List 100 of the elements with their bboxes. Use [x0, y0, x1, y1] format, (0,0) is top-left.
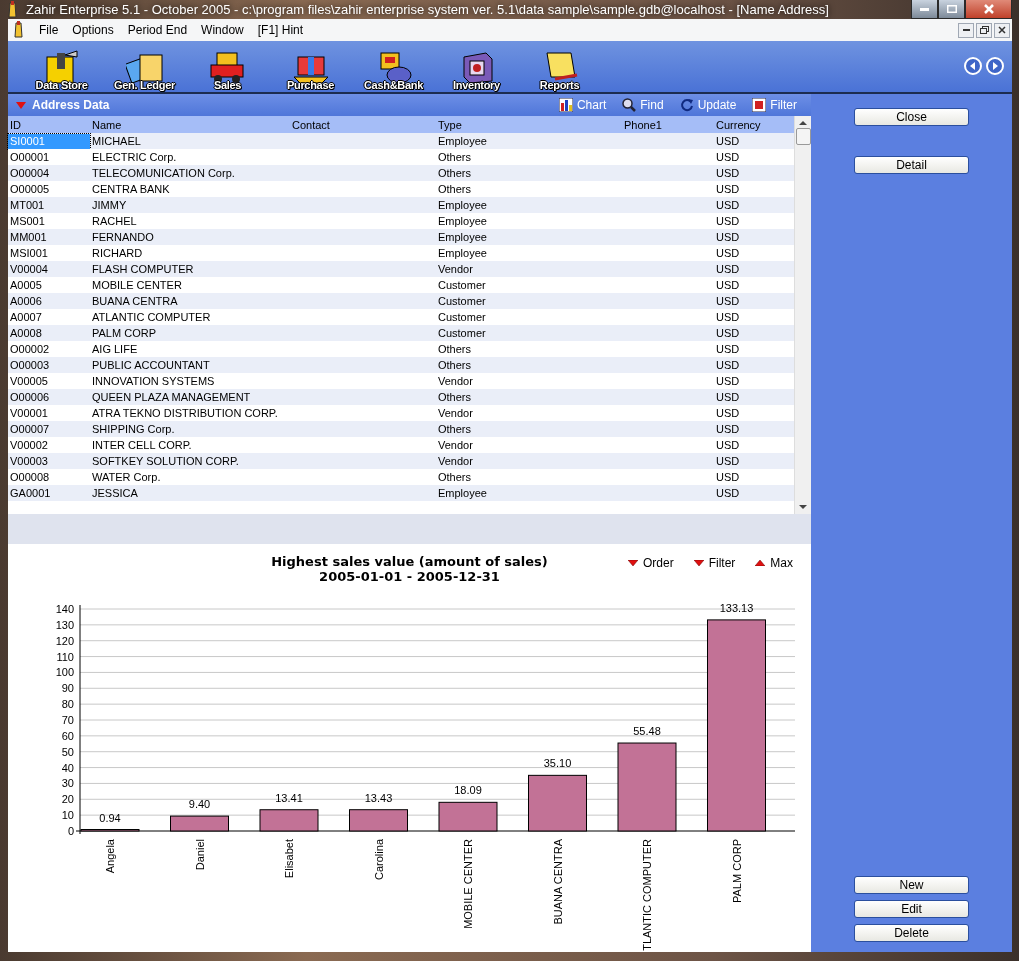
toolbar-button[interactable]: Data Store	[20, 43, 103, 91]
table-cell-text: MS001	[9, 213, 46, 229]
axis-tick-label: 140	[55, 603, 74, 615]
table-cell-text: AIG LIFE	[91, 341, 139, 357]
table-cell-text: V00003	[9, 453, 49, 469]
category-label: BUANA CENTRA	[551, 839, 564, 925]
table-cell-text: USD	[715, 325, 741, 341]
category-label: Carolina	[372, 839, 385, 880]
toolbar-button[interactable]: Sales	[186, 43, 269, 91]
table-cell-text: CENTRA BANK	[91, 181, 171, 197]
side-button[interactable]: Detail	[854, 156, 969, 174]
scrollbar-thumb[interactable]	[795, 128, 811, 145]
table-cell-text: USD	[715, 357, 741, 373]
right-arrow-icon	[991, 62, 999, 70]
triangle-icon	[628, 560, 638, 566]
table-cell-text: USD	[715, 389, 741, 405]
table-cell-text: Employee	[437, 229, 488, 245]
side-button[interactable]: Close	[854, 108, 969, 126]
toolbar-button[interactable]: Purchase	[269, 43, 352, 91]
category-label: Daniel	[193, 839, 206, 871]
window-title: Zahir Enterprise 5.1 - October 2005 - c:\program files\zahir enterprise system ver. 5.1\data sample\sample.gdb@localhost - [Name Address]	[26, 2, 830, 17]
close-button[interactable]	[994, 22, 1010, 38]
table-cell-text: Employee	[437, 245, 488, 261]
table-cell-text: Vendor	[437, 453, 474, 469]
menu-item[interactable]: File	[32, 23, 66, 37]
table-cell-text: Others	[437, 469, 472, 485]
triangle-icon	[693, 560, 704, 566]
minimize-button[interactable]	[911, 0, 938, 19]
next-button[interactable]	[986, 57, 1004, 75]
axis-tick-label: 0	[67, 825, 74, 837]
table-cell-text: MM001	[9, 229, 48, 245]
app-icon[interactable]	[12, 21, 26, 39]
menu-item[interactable]: Period End	[120, 23, 195, 37]
table-cell-text: Others	[437, 389, 472, 405]
previous-button[interactable]	[964, 57, 982, 75]
toolbar-link[interactable]: Filter	[752, 98, 797, 112]
toolbar-button[interactable]: Cash&Bank	[352, 43, 435, 91]
chart-period: 2005-01-01 - 2005-12-31	[319, 569, 500, 584]
restore-button[interactable]	[976, 22, 992, 38]
toolbar-link[interactable]: Find	[622, 98, 664, 112]
toolbar-link[interactable]: Update	[679, 98, 737, 112]
table-cell-text: INTER CELL CORP.	[91, 437, 193, 453]
table-cell-text: Employee	[437, 485, 488, 501]
axis-tick-label: 120	[55, 634, 74, 647]
category-label: MOBILE CENTER	[462, 839, 474, 929]
table-cell-text: Customer	[437, 277, 487, 293]
table-cell-text: USD	[715, 261, 741, 277]
side-button[interactable]: Delete	[854, 924, 969, 942]
scroll-down-icon	[799, 504, 807, 510]
toolbar-button[interactable]: Inventory	[435, 43, 518, 91]
axis-tick-label: 20	[61, 793, 74, 806]
triangle-icon	[755, 560, 766, 566]
column-header[interactable]: Type	[436, 118, 622, 131]
column-header[interactable]: ID	[8, 118, 90, 131]
column-header[interactable]: Name	[90, 118, 290, 131]
table-cell-text: Vendor	[437, 437, 474, 453]
table-cell-text: O00001	[9, 149, 51, 165]
table-cell-text: USD	[715, 245, 741, 261]
chart-option[interactable]: Filter	[693, 556, 736, 570]
column-header[interactable]: Contact	[290, 118, 436, 131]
table-cell-text: Customer	[437, 309, 487, 325]
table-cell-text: WATER Corp.	[91, 469, 162, 485]
table-cell-text: USD	[715, 213, 741, 229]
table-cell-text: USD	[715, 149, 741, 165]
axis-tick-label: 50	[61, 745, 74, 758]
table-cell-text: PUBLIC ACCOUNTANT	[91, 357, 211, 373]
table-cell-text: Employee	[437, 133, 488, 149]
table-cell-text: O00006	[9, 389, 51, 405]
toolbar-button[interactable]: Reports	[518, 43, 601, 91]
filter-icon	[752, 98, 767, 112]
table-cell-text: USD	[715, 309, 741, 325]
toolbar-link[interactable]: Chart	[558, 98, 607, 112]
table-cell-text: USD	[715, 469, 741, 485]
table-cell-text: V00001	[9, 405, 49, 421]
table-cell-text: O00002	[9, 341, 51, 357]
menu-item[interactable]: Window	[194, 23, 251, 37]
column-header[interactable]: Phone1	[622, 118, 714, 131]
chart-option[interactable]: Order	[628, 556, 674, 570]
column-header[interactable]: Currency	[714, 118, 794, 131]
side-button[interactable]: Edit	[854, 900, 969, 918]
value-label: 13.41	[275, 791, 303, 804]
side-button[interactable]: New	[854, 876, 969, 894]
axis-tick-label: 100	[55, 666, 74, 679]
table-cell-text: USD	[715, 181, 741, 197]
menu-item[interactable]: Options	[65, 23, 121, 37]
table-cell-text: BUANA CENTRA	[91, 293, 179, 309]
chart-option[interactable]: Max	[755, 556, 794, 570]
category-label: Angela	[104, 839, 116, 874]
scrollbar[interactable]	[794, 116, 811, 514]
table-cell-text: MOBILE CENTER	[91, 277, 183, 293]
toolbar-button[interactable]: Gen. Ledger	[103, 43, 186, 91]
menu-item[interactable]: [F1] Hint	[250, 23, 311, 37]
axis-tick-label: 30	[61, 777, 74, 790]
maximize-button[interactable]	[938, 0, 965, 19]
table-cell-text: USD	[715, 197, 741, 213]
minimize-button[interactable]	[958, 22, 974, 38]
axis-tick-label: 130	[55, 618, 74, 631]
table-cell-text: TELECOMUNICATION Corp.	[91, 165, 236, 181]
close-button[interactable]	[965, 0, 1012, 19]
axis-tick-label: 10	[61, 809, 74, 822]
